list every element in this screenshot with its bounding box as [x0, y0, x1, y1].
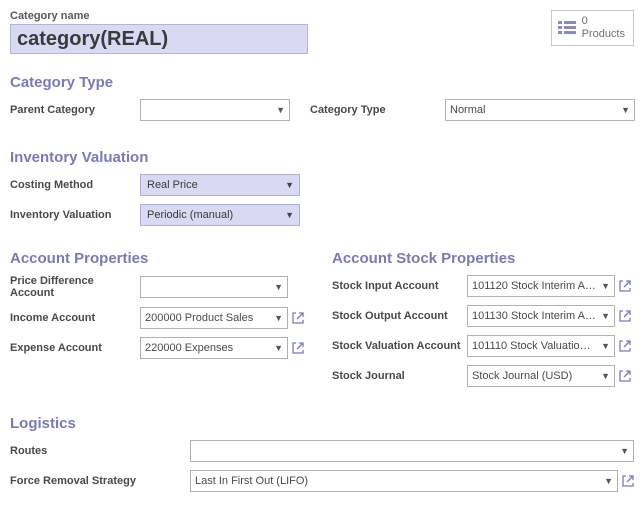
- section-title-category-type: Category Type: [10, 74, 634, 91]
- force-removal-strategy-label: Force Removal Strategy: [10, 475, 190, 487]
- category-type-select[interactable]: Normal ▼: [445, 99, 635, 121]
- caret-down-icon: ▼: [604, 476, 613, 486]
- category-name-input[interactable]: [10, 24, 308, 54]
- category-name-label: Category name: [10, 10, 308, 22]
- products-button[interactable]: 0 Products: [551, 10, 634, 46]
- external-link-icon[interactable]: [619, 280, 631, 292]
- section-title-logistics: Logistics: [10, 415, 634, 432]
- parent-category-label: Parent Category: [10, 104, 140, 116]
- caret-down-icon: ▼: [285, 180, 294, 190]
- caret-down-icon: ▼: [274, 343, 283, 353]
- caret-down-icon: ▼: [621, 105, 630, 115]
- stock-journal-select[interactable]: Stock Journal (USD) ▼: [467, 365, 615, 387]
- price-diff-account-select[interactable]: ▼: [140, 276, 288, 298]
- expense-account-select[interactable]: 220000 Expenses ▼: [140, 337, 288, 359]
- costing-method-select[interactable]: Real Price ▼: [140, 174, 300, 196]
- stock-valuation-account-label: Stock Valuation Account: [332, 340, 467, 352]
- force-removal-strategy-select[interactable]: Last In First Out (LIFO) ▼: [190, 470, 618, 492]
- caret-down-icon: ▼: [285, 210, 294, 220]
- routes-select[interactable]: ▼: [190, 440, 634, 462]
- external-link-icon[interactable]: [619, 370, 631, 382]
- expense-account-label: Expense Account: [10, 342, 140, 354]
- price-diff-account-label: Price Difference Account: [10, 275, 140, 299]
- caret-down-icon: ▼: [601, 311, 610, 321]
- stock-valuation-account-select[interactable]: 101110 Stock Valuation Accou ▼: [467, 335, 615, 357]
- routes-label: Routes: [10, 445, 190, 457]
- external-link-icon[interactable]: [619, 340, 631, 352]
- parent-category-select[interactable]: ▼: [140, 99, 290, 121]
- external-link-icon[interactable]: [619, 310, 631, 322]
- income-account-label: Income Account: [10, 312, 140, 324]
- external-link-icon[interactable]: [622, 475, 634, 487]
- stock-input-account-label: Stock Input Account: [332, 280, 467, 292]
- caret-down-icon: ▼: [601, 341, 610, 351]
- inventory-valuation-select[interactable]: Periodic (manual) ▼: [140, 204, 300, 226]
- caret-down-icon: ▼: [274, 313, 283, 323]
- inventory-valuation-label: Inventory Valuation: [10, 209, 140, 221]
- category-type-label: Category Type: [310, 104, 445, 116]
- stock-output-account-select[interactable]: 101130 Stock Interim Account ▼: [467, 305, 615, 327]
- caret-down-icon: ▼: [274, 282, 283, 292]
- caret-down-icon: ▼: [601, 281, 610, 291]
- stock-journal-label: Stock Journal: [332, 370, 467, 382]
- stock-output-account-label: Stock Output Account: [332, 310, 467, 322]
- section-title-account-properties: Account Properties: [10, 250, 312, 267]
- section-title-account-stock-properties: Account Stock Properties: [332, 250, 634, 267]
- caret-down-icon: ▼: [620, 446, 629, 456]
- section-title-inventory-valuation: Inventory Valuation: [10, 149, 634, 166]
- external-link-icon[interactable]: [292, 342, 304, 354]
- products-count: 0: [582, 15, 625, 28]
- income-account-select[interactable]: 200000 Product Sales ▼: [140, 307, 288, 329]
- caret-down-icon: ▼: [276, 105, 285, 115]
- list-icon: [558, 21, 576, 35]
- products-text: 0 Products: [582, 15, 625, 41]
- external-link-icon[interactable]: [292, 312, 304, 324]
- caret-down-icon: ▼: [601, 371, 610, 381]
- stock-input-account-select[interactable]: 101120 Stock Interim Account ▼: [467, 275, 615, 297]
- costing-method-label: Costing Method: [10, 179, 140, 191]
- products-label: Products: [582, 28, 625, 41]
